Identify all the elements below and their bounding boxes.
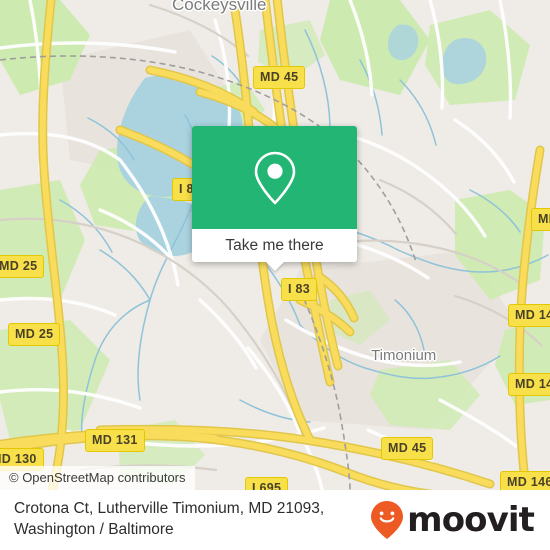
take-me-there-popup[interactable]: Take me there	[192, 126, 357, 271]
road-shield-i-695: I 695	[245, 477, 289, 490]
moovit-wordmark: moovit	[407, 500, 535, 540]
popup-header	[192, 126, 357, 229]
road-shield-md-right-edge: MD	[531, 208, 550, 231]
road-shield-md-146-mid: MD 146	[508, 373, 550, 396]
take-me-there-label: Take me there	[225, 236, 324, 254]
address-line-1: Crotona Ct, Lutherville Timonium, MD 210…	[14, 500, 325, 518]
popup-pointer-tail	[265, 262, 284, 271]
road-shield-md-146-upper: MD 146	[508, 304, 550, 327]
osm-attribution[interactable]: © OpenStreetMap contributors	[0, 466, 195, 490]
map-canvas[interactable]: Cockeysville Timonium MD 45 I 83 MD 25 M…	[0, 0, 550, 490]
road-shield-md-146-bottom: MD 146	[500, 471, 550, 490]
road-shield-md-45-bottom: MD 45	[381, 437, 434, 460]
map-screenshot: Cockeysville Timonium MD 45 I 83 MD 25 M…	[0, 0, 550, 550]
road-shield-md-25-lower: MD 25	[8, 323, 61, 346]
location-pin-icon	[254, 151, 295, 204]
moovit-smiley-pin-icon	[371, 501, 404, 539]
bottom-info-bar: Crotona Ct, Lutherville Timonium, MD 210…	[0, 490, 550, 550]
road-shield-md-131: MD 131	[85, 429, 145, 452]
address-text: Crotona Ct, Lutherville Timonium, MD 210…	[14, 499, 324, 541]
address-line-2: Washington / Baltimore	[14, 521, 174, 538]
road-shield-i-83-center: I 83	[281, 278, 318, 301]
popup-footer[interactable]: Take me there	[192, 229, 357, 271]
road-shield-md-45-top: MD 45	[253, 66, 306, 89]
road-shield-md-25-upper: MD 25	[0, 255, 45, 278]
place-label-cockeysville: Cockeysville	[172, 0, 267, 14]
place-label-timonium: Timonium	[371, 347, 437, 364]
moovit-logo[interactable]: moovit	[370, 500, 535, 540]
